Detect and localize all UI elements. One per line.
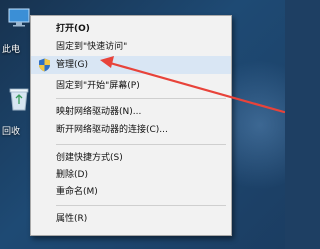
menu-separator: [56, 144, 226, 145]
admin-shield-icon: [39, 58, 50, 72]
menu-item-delete[interactable]: 删除(D): [31, 166, 231, 184]
menu-item-label: 固定到"快速访问": [56, 42, 128, 52]
menu-item-label: 固定到"开始"屏幕(P): [56, 81, 140, 91]
monitor-icon: [8, 8, 30, 27]
menu-item-label: 管理(G): [56, 60, 88, 70]
recycle-bin-icon: [9, 88, 29, 111]
menu-item-map-network-drive[interactable]: 映射网络驱动器(N)...: [31, 103, 231, 121]
desktop-icon-label: 回收: [2, 127, 21, 137]
context-menu: 打开(O) 固定到"快速访问" 管理(G) 固定到"开始"屏幕(P) 映射网络驱…: [30, 15, 232, 236]
menu-item-manage[interactable]: 管理(G): [31, 56, 231, 74]
desktop-background: 此电 回收 打开(O) 固定到"快速访问" 管理(G) 固定到"开始"屏幕(P): [0, 0, 285, 249]
menu-item-open[interactable]: 打开(O): [31, 20, 231, 38]
menu-item-label: 属性(R): [56, 214, 88, 224]
menu-item-label: 重命名(M): [56, 187, 98, 197]
menu-item-label: 打开(O): [56, 24, 90, 34]
menu-item-rename[interactable]: 重命名(M): [31, 183, 231, 201]
menu-item-label: 创建快捷方式(S): [56, 153, 123, 163]
menu-item-pin-start[interactable]: 固定到"开始"屏幕(P): [31, 77, 231, 95]
menu-separator: [56, 98, 226, 99]
menu-item-properties[interactable]: 属性(R): [31, 210, 231, 228]
menu-item-disconnect-network-drive[interactable]: 断开网络驱动器的连接(C)...: [31, 121, 231, 139]
menu-item-label: 断开网络驱动器的连接(C)...: [56, 125, 168, 135]
menu-item-create-shortcut[interactable]: 创建快捷方式(S): [31, 149, 231, 167]
menu-item-pin-quick-access[interactable]: 固定到"快速访问": [31, 38, 231, 56]
desktop-icon-recycle-bin[interactable]: [0, 86, 30, 112]
menu-item-label: 删除(D): [56, 170, 88, 180]
menu-separator: [56, 205, 226, 206]
menu-item-label: 映射网络驱动器(N)...: [56, 107, 142, 117]
desktop-icon-this-pc[interactable]: [0, 6, 30, 28]
desktop-icon-label: 此电: [2, 45, 21, 55]
